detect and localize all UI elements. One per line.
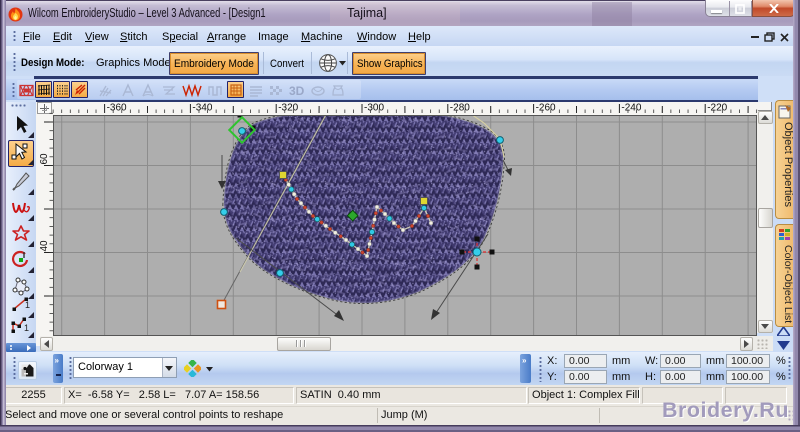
svg-text:-280: -280 (450, 103, 470, 114)
svg-text:60: 60 (39, 153, 50, 165)
svg-text:-240: -240 (621, 103, 641, 114)
svg-text:-300: -300 (364, 103, 384, 114)
svg-text:-340: -340 (192, 103, 212, 114)
svg-text:40: 40 (39, 240, 50, 252)
svg-text:-260: -260 (536, 103, 556, 114)
svg-text:-360: -360 (107, 103, 127, 114)
svg-text:-220: -220 (707, 103, 727, 114)
svg-text:-320: -320 (278, 103, 298, 114)
